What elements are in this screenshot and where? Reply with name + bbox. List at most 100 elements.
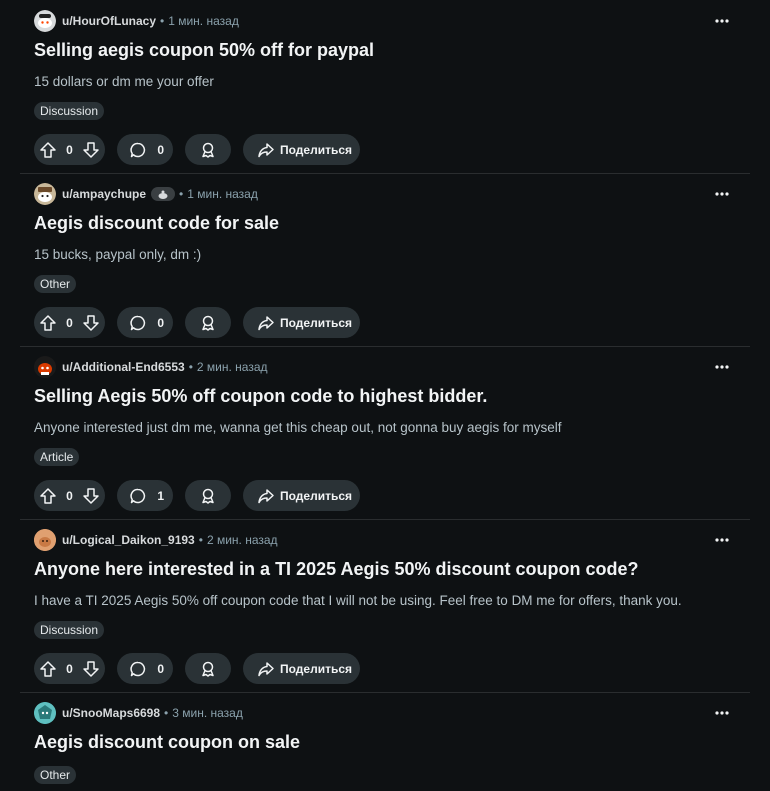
upvote-icon[interactable] (39, 660, 57, 678)
more-options-icon[interactable] (712, 703, 732, 723)
more-options-icon[interactable] (712, 357, 732, 377)
post-card[interactable]: u/Logical_Daikon_9193 • 2 мин. назад Any… (0, 519, 770, 692)
avatar[interactable] (34, 183, 56, 205)
share-button[interactable]: Поделиться (243, 480, 360, 511)
share-label: Поделиться (280, 488, 353, 503)
avatar[interactable] (34, 356, 56, 378)
snoo-avatar-icon (34, 702, 56, 724)
post-time: 2 мин. назад (196, 360, 268, 374)
upvote-icon[interactable] (39, 141, 57, 159)
post-author[interactable]: u/SnooMaps6698 (62, 706, 160, 720)
share-label: Поделиться (280, 315, 353, 330)
share-label: Поделиться (280, 661, 353, 676)
share-icon (257, 141, 275, 159)
share-button[interactable]: Поделиться (243, 653, 360, 684)
vote-count: 0 (66, 488, 73, 503)
post-card[interactable]: u/SnooMaps6698 • 3 мин. назад Aegis disc… (0, 692, 770, 791)
more-options-icon[interactable] (712, 530, 732, 550)
avatar[interactable] (34, 529, 56, 551)
more-options-icon[interactable] (712, 184, 732, 204)
post-meta: u/Logical_Daikon_9193 • 2 мин. назад (34, 528, 278, 552)
post-time: 3 мин. назад (172, 706, 243, 720)
post-author[interactable]: u/Additional-End6553 (62, 360, 185, 374)
comment-icon (129, 141, 147, 159)
avatar[interactable] (34, 10, 56, 32)
comments-button[interactable]: 0 (117, 653, 173, 684)
upvote-icon[interactable] (39, 487, 57, 505)
share-button[interactable]: Поделиться (243, 307, 360, 338)
vote-control: 0 (34, 653, 105, 684)
share-icon (257, 660, 275, 678)
comment-count: 1 (157, 488, 164, 503)
post-flair[interactable]: Other (34, 766, 77, 784)
award-button[interactable] (185, 307, 231, 338)
post-feed: u/HourOfLunacy • 1 мин. назад Selling ae… (0, 0, 770, 791)
snoo-badge-icon (151, 187, 176, 201)
post-card[interactable]: u/HourOfLunacy • 1 мин. назад Selling ae… (0, 0, 770, 173)
post-meta: u/SnooMaps6698 • 3 мин. назад (34, 701, 243, 725)
snoo-avatar-icon (34, 356, 56, 378)
share-label: Поделиться (280, 142, 353, 157)
separator: • (179, 187, 184, 201)
post-card[interactable]: u/Additional-End6553 • 2 мин. назад Sell… (0, 346, 770, 519)
avatar[interactable] (34, 702, 56, 724)
post-title[interactable]: Aegis discount coupon on sale (34, 732, 300, 753)
comment-count: 0 (157, 142, 164, 157)
comments-button[interactable]: 0 (117, 307, 173, 338)
award-icon (199, 660, 217, 678)
award-icon (199, 141, 217, 159)
downvote-icon[interactable] (82, 141, 100, 159)
post-flair[interactable]: Discussion (34, 102, 105, 120)
downvote-icon[interactable] (82, 487, 100, 505)
post-author[interactable]: u/ampaychupe (62, 187, 146, 201)
post-actions: 0 0 Поделиться (34, 134, 372, 165)
more-options-icon[interactable] (712, 11, 732, 31)
share-icon (257, 487, 275, 505)
award-button[interactable] (185, 134, 231, 165)
vote-count: 0 (66, 661, 73, 676)
post-flair[interactable]: Discussion (34, 621, 105, 639)
share-button[interactable]: Поделиться (243, 134, 360, 165)
post-card[interactable]: u/ampaychupe • 1 мин. назад Aegis discou… (0, 173, 770, 346)
award-button[interactable] (185, 653, 231, 684)
comment-icon (129, 314, 147, 332)
post-title[interactable]: Selling Aegis 50% off coupon code to hig… (34, 386, 487, 407)
post-body: 15 bucks, paypal only, dm :) (34, 247, 202, 262)
comment-count: 0 (157, 315, 164, 330)
post-author[interactable]: u/HourOfLunacy (62, 14, 156, 28)
post-meta: u/ampaychupe • 1 мин. назад (34, 182, 258, 206)
downvote-icon[interactable] (82, 660, 100, 678)
post-flair[interactable]: Other (34, 275, 77, 293)
separator: • (188, 360, 193, 374)
upvote-icon[interactable] (39, 314, 57, 332)
separator: • (160, 14, 165, 28)
award-button[interactable] (185, 480, 231, 511)
post-title[interactable]: Anyone here interested in a TI 2025 Aegi… (34, 559, 638, 580)
vote-count: 0 (66, 315, 73, 330)
comments-button[interactable]: 1 (117, 480, 173, 511)
comments-button[interactable]: 0 (117, 134, 173, 165)
post-actions: 0 0 Поделиться (34, 307, 372, 338)
share-icon (257, 314, 275, 332)
post-body: 15 dollars or dm me your offer (34, 74, 214, 89)
snoo-avatar-icon (34, 183, 56, 205)
snoo-avatar-icon (34, 529, 56, 551)
comment-icon (129, 660, 147, 678)
award-icon (199, 314, 217, 332)
post-title[interactable]: Selling aegis coupon 50% off for paypal (34, 40, 374, 61)
separator: • (164, 706, 169, 720)
post-body: I have a TI 2025 Aegis 50% off coupon co… (34, 593, 682, 608)
separator: • (198, 533, 203, 547)
downvote-icon[interactable] (82, 314, 100, 332)
post-flair[interactable]: Article (34, 448, 80, 466)
post-meta: u/HourOfLunacy • 1 мин. назад (34, 9, 239, 33)
post-body: Anyone interested just dm me, wanna get … (34, 420, 562, 435)
post-meta: u/Additional-End6553 • 2 мин. назад (34, 355, 268, 379)
comment-icon (129, 487, 147, 505)
post-actions: 0 1 Поделиться (34, 480, 372, 511)
post-author[interactable]: u/Logical_Daikon_9193 (62, 533, 195, 547)
snoo-avatar-icon (34, 10, 56, 32)
post-title[interactable]: Aegis discount code for sale (34, 213, 279, 234)
vote-control: 0 (34, 480, 105, 511)
vote-control: 0 (34, 307, 105, 338)
